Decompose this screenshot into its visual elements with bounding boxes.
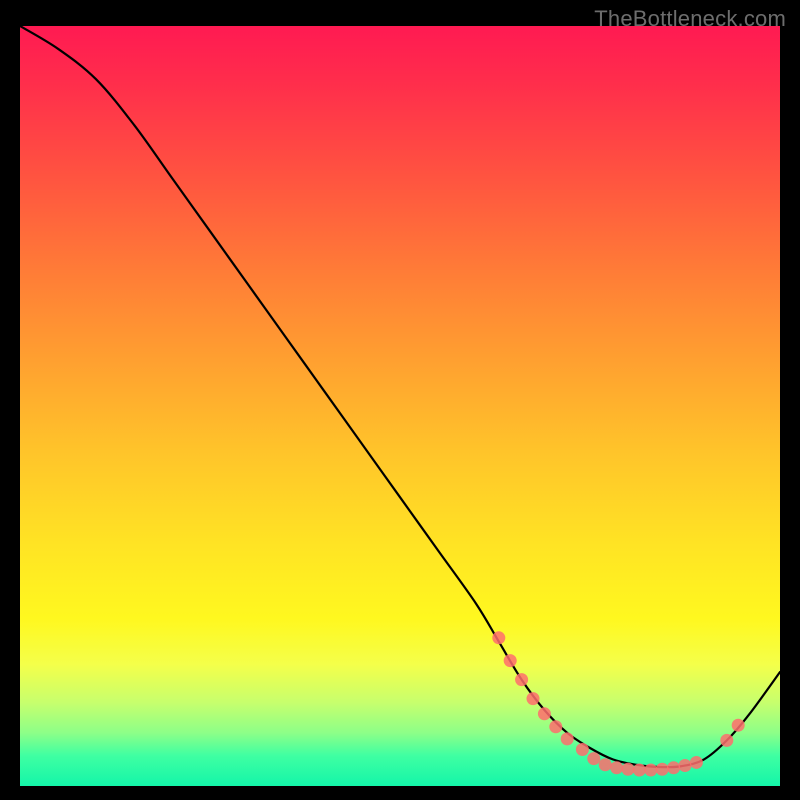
gradient-background	[20, 26, 780, 786]
plot-area	[20, 26, 780, 786]
chart-container: TheBottleneck.com	[0, 0, 800, 800]
